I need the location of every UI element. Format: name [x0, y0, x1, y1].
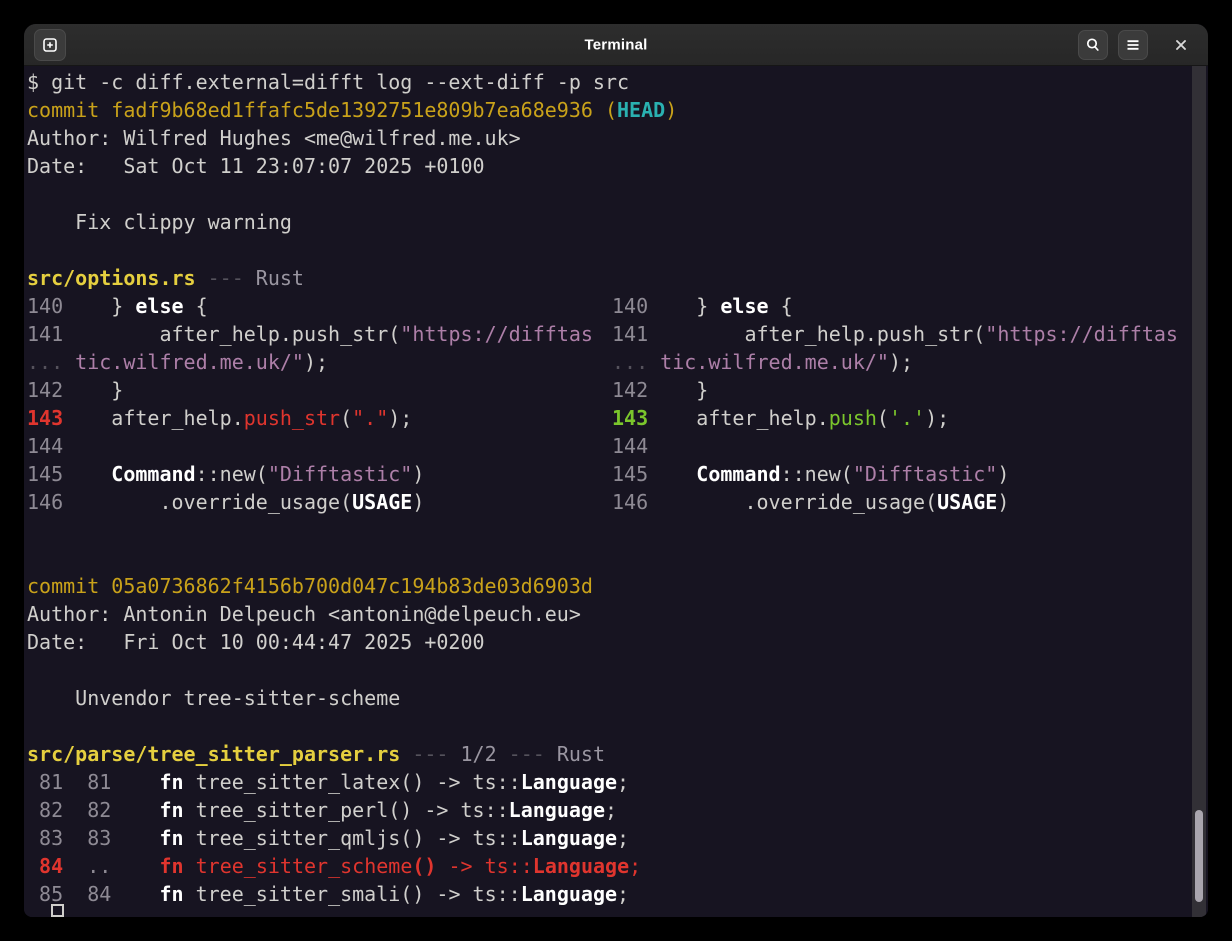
- terminal-row: Date: Sat Oct 11 23:07:07 2025 +0100: [27, 152, 1208, 180]
- new-tab-icon: [42, 37, 58, 53]
- terminal-row: src/options.rs --- Rust: [27, 264, 1208, 292]
- terminal-row: 141 after_help.push_str("https://difftas…: [27, 320, 1208, 348]
- terminal-row: 81 81 fn tree_sitter_latex() -> ts::Lang…: [27, 768, 1208, 796]
- terminal-row: Author: Wilfred Hughes <me@wilfred.me.uk…: [27, 124, 1208, 152]
- terminal-cursor: [51, 904, 64, 917]
- scrollbar-track[interactable]: [1192, 66, 1206, 917]
- terminal-row: commit 05a0736862f4156b700d047c194b83de0…: [27, 572, 1208, 600]
- terminal-row: [27, 544, 1208, 572]
- terminal-row: Fix clippy warning: [27, 208, 1208, 236]
- diff-right-column: 145 Command::new("Difftastic"): [612, 460, 1208, 488]
- window-title: Terminal: [584, 36, 647, 53]
- diff-right-column: 141 after_help.push_str("https://difftas: [612, 320, 1208, 348]
- diff-left-column: 146 .override_usage(USAGE): [27, 488, 612, 516]
- close-icon: [1174, 38, 1188, 52]
- headerbar: Terminal: [24, 24, 1208, 66]
- diff-left-column: 144: [27, 432, 612, 460]
- search-button[interactable]: [1078, 30, 1108, 60]
- new-tab-button[interactable]: [34, 29, 66, 61]
- terminal-row: [27, 516, 1208, 544]
- close-button[interactable]: [1166, 30, 1196, 60]
- scrollbar-thumb[interactable]: [1195, 810, 1203, 902]
- terminal-row: 84 .. fn tree_sitter_scheme() -> ts::Lan…: [27, 852, 1208, 880]
- diff-right-column: ... tic.wilfred.me.uk/");: [612, 348, 1208, 376]
- diff-left-column: 145 Command::new("Difftastic"): [27, 460, 612, 488]
- terminal-window: Terminal: [24, 24, 1208, 917]
- diff-right-column: 140 } else {: [612, 292, 1208, 320]
- terminal-row: Unvendor tree-sitter-scheme: [27, 684, 1208, 712]
- terminal-row: [27, 712, 1208, 740]
- terminal-row: 144144: [27, 432, 1208, 460]
- diff-left-column: 142 }: [27, 376, 612, 404]
- terminal-row: [27, 656, 1208, 684]
- diff-right-column: 143 after_help.push('.');: [612, 404, 1208, 432]
- diff-left-column: 141 after_help.push_str("https://difftas: [27, 320, 612, 348]
- diff-right-column: 144: [612, 432, 1208, 460]
- terminal-row: $ git -c diff.external=difft log --ext-d…: [27, 68, 1208, 96]
- search-icon: [1085, 37, 1101, 53]
- terminal-row: commit fadf9b68ed1ffafc5de1392751e809b7e…: [27, 96, 1208, 124]
- terminal-row: src/parse/tree_sitter_parser.rs --- 1/2 …: [27, 740, 1208, 768]
- terminal-row: ... tic.wilfred.me.uk/");... tic.wilfred…: [27, 348, 1208, 376]
- diff-left-column: ... tic.wilfred.me.uk/");: [27, 348, 612, 376]
- menu-button[interactable]: [1118, 30, 1148, 60]
- diff-left-column: 140 } else {: [27, 292, 612, 320]
- terminal-row: [27, 180, 1208, 208]
- terminal-row: Author: Antonin Delpeuch <antonin@delpeu…: [27, 600, 1208, 628]
- terminal-screen[interactable]: $ git -c diff.external=difft log --ext-d…: [24, 66, 1208, 917]
- terminal-row: 145 Command::new("Difftastic")145 Comman…: [27, 460, 1208, 488]
- terminal-row: Date: Fri Oct 10 00:44:47 2025 +0200: [27, 628, 1208, 656]
- diff-left-column: 143 after_help.push_str(".");: [27, 404, 612, 432]
- terminal-row: 140 } else {140 } else {: [27, 292, 1208, 320]
- terminal-row: 142 }142 }: [27, 376, 1208, 404]
- terminal-row: 82 82 fn tree_sitter_perl() -> ts::Langu…: [27, 796, 1208, 824]
- terminal-row: 85 84 fn tree_sitter_smali() -> ts::Lang…: [27, 880, 1208, 908]
- terminal-row: 83 83 fn tree_sitter_qmljs() -> ts::Lang…: [27, 824, 1208, 852]
- diff-right-column: 142 }: [612, 376, 1208, 404]
- terminal-row: 146 .override_usage(USAGE)146 .override_…: [27, 488, 1208, 516]
- terminal-row: [27, 236, 1208, 264]
- diff-right-column: 146 .override_usage(USAGE): [612, 488, 1208, 516]
- menu-icon: [1125, 37, 1141, 53]
- terminal-row: 143 after_help.push_str(".");143 after_h…: [27, 404, 1208, 432]
